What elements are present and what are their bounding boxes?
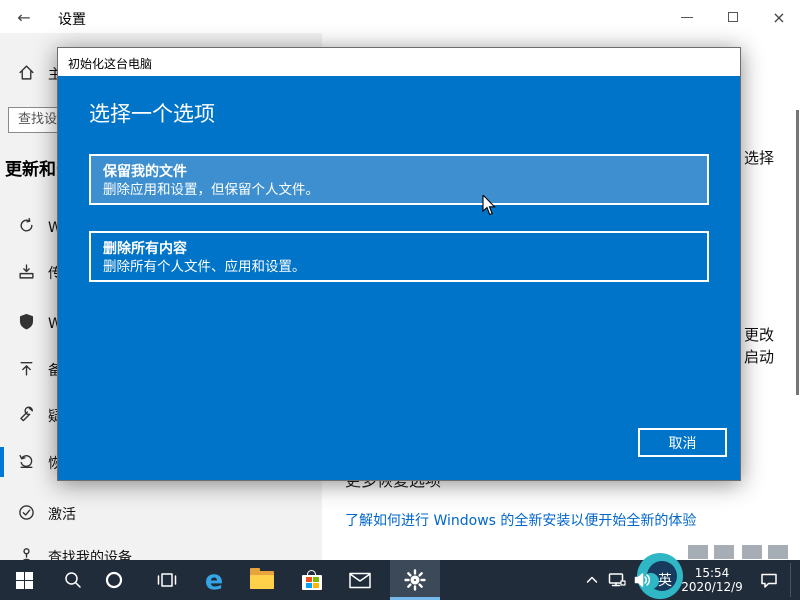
backup-icon xyxy=(18,360,35,377)
content-text-fragment: 选择 xyxy=(744,147,774,168)
store-button[interactable] xyxy=(290,560,334,600)
tray-clock[interactable]: 15:54 2020/12/9 xyxy=(680,560,744,600)
app-title: 设置 xyxy=(58,9,86,29)
wrench-icon xyxy=(18,406,35,423)
gear-icon xyxy=(404,569,426,591)
action-center-button[interactable] xyxy=(750,560,788,600)
speaker-icon xyxy=(634,572,651,588)
cancel-button[interactable]: 取消 xyxy=(638,428,727,457)
edge-button[interactable]: e xyxy=(192,560,236,600)
watermark-block xyxy=(742,545,762,559)
sidebar-item-label: 查找我的设备 xyxy=(48,547,132,560)
chevron-up-icon xyxy=(585,573,599,587)
taskbar-search-button[interactable] xyxy=(52,560,94,600)
settings-titlebar: ← 设置 × xyxy=(0,0,800,33)
start-button[interactable] xyxy=(0,560,48,600)
shield-icon xyxy=(18,313,35,330)
person-pin-icon xyxy=(18,547,35,560)
mail-icon xyxy=(349,572,371,589)
maximize-button[interactable] xyxy=(716,6,750,28)
selected-item-accent-bar xyxy=(0,447,4,477)
file-explorer-button[interactable] xyxy=(240,560,284,600)
check-circle-icon xyxy=(18,504,35,521)
watermark-block xyxy=(688,545,708,559)
folder-icon xyxy=(250,571,274,589)
tray-expand-button[interactable] xyxy=(580,560,604,600)
back-arrow-icon[interactable]: ← xyxy=(12,8,36,28)
learn-more-link[interactable]: 了解如何进行 Windows 的全新安装以便开始全新的体验 xyxy=(345,510,696,530)
network-icon xyxy=(608,572,626,588)
show-desktop-divider[interactable] xyxy=(790,563,791,597)
maximize-icon xyxy=(728,12,738,22)
desktop-screen: ← 设置 × 主页 查找设置 更新和安全 Windows 更新 传递优化 xyxy=(0,0,800,600)
option-title: 保留我的文件 xyxy=(103,164,695,181)
recovery-icon xyxy=(18,453,35,470)
task-view-icon xyxy=(156,570,178,590)
action-center-icon xyxy=(760,572,778,589)
settings-taskbar-button[interactable] xyxy=(390,560,440,600)
input-language-label: 英 xyxy=(658,570,672,590)
minimize-icon xyxy=(681,17,693,18)
watermark-block xyxy=(768,545,788,559)
tray-time: 15:54 xyxy=(695,566,730,580)
sidebar-item-label: 激活 xyxy=(48,504,76,524)
volume-tray-button[interactable] xyxy=(630,560,654,600)
option-remove-everything[interactable]: 删除所有内容 删除所有个人文件、应用和设置。 xyxy=(89,231,709,282)
dialog-heading: 选择一个选项 xyxy=(89,98,215,128)
content-text-fragment: 更改 xyxy=(744,324,774,345)
home-icon xyxy=(18,64,35,81)
task-view-button[interactable] xyxy=(146,560,188,600)
option-description: 删除所有个人文件、应用和设置。 xyxy=(103,258,695,276)
windows-logo-icon xyxy=(16,572,33,589)
close-button[interactable]: × xyxy=(762,6,796,28)
cortana-icon xyxy=(104,570,124,590)
sidebar-item-activation[interactable]: 激活 xyxy=(0,498,322,528)
store-icon xyxy=(302,570,322,590)
edge-icon: e xyxy=(205,567,223,594)
minimize-button[interactable] xyxy=(670,6,704,28)
option-title: 删除所有内容 xyxy=(103,241,695,258)
vertical-scrollbar[interactable] xyxy=(796,110,799,395)
option-keep-my-files[interactable]: 保留我的文件 删除应用和设置，但保留个人文件。 xyxy=(89,154,709,205)
sidebar-item-find-my-device[interactable]: 查找我的设备 xyxy=(0,541,322,560)
cortana-button[interactable] xyxy=(94,560,134,600)
option-description: 删除应用和设置，但保留个人文件。 xyxy=(103,181,695,199)
mouse-cursor xyxy=(482,195,496,216)
search-icon xyxy=(63,570,83,590)
input-language-indicator[interactable]: 英 xyxy=(652,560,678,600)
mail-button[interactable] xyxy=(338,560,382,600)
delivery-optimization-icon xyxy=(18,263,35,280)
reset-pc-dialog: 初始化这台电脑 选择一个选项 保留我的文件 删除应用和设置，但保留个人文件。 删… xyxy=(57,47,741,481)
watermark-block xyxy=(714,545,734,559)
dialog-titlebar: 初始化这台电脑 xyxy=(58,48,740,76)
network-tray-button[interactable] xyxy=(604,560,630,600)
sync-icon xyxy=(18,217,35,234)
tray-date: 2020/12/9 xyxy=(681,580,743,594)
dialog-title: 初始化这台电脑 xyxy=(68,55,152,72)
content-text-fragment: 启动 xyxy=(744,346,774,367)
